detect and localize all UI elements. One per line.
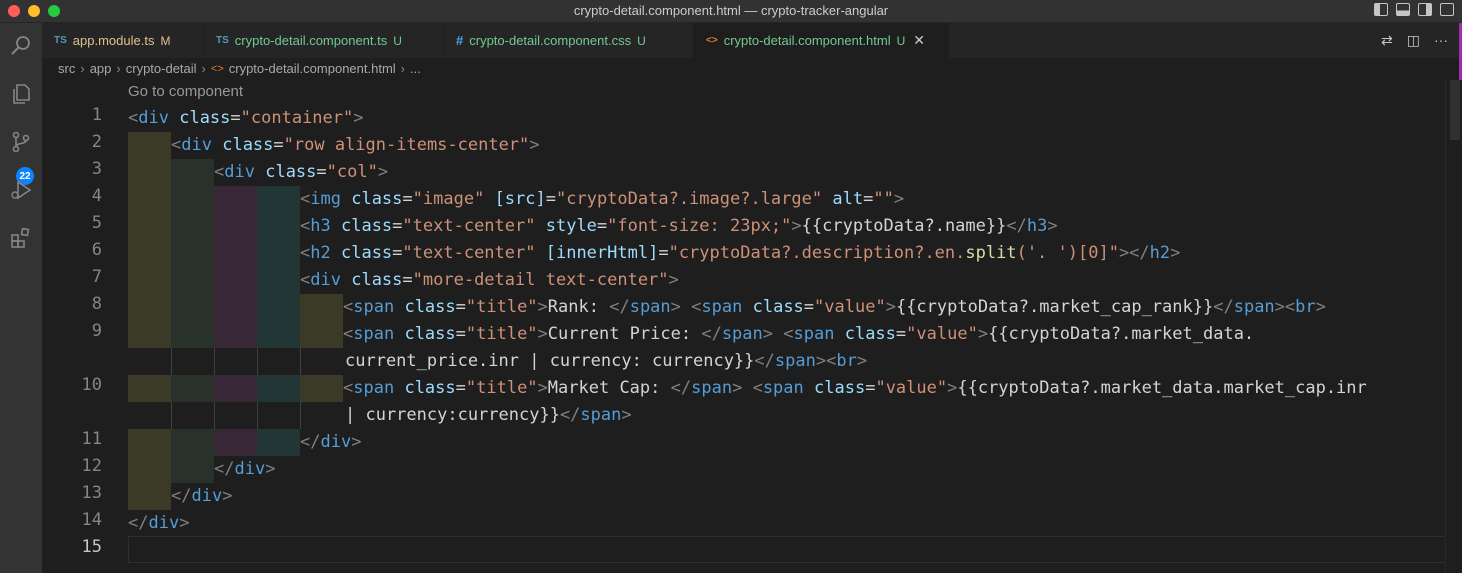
extensions-icon[interactable] bbox=[6, 223, 36, 253]
line-number: 3 bbox=[91, 159, 102, 179]
line-number: 12 bbox=[81, 456, 102, 476]
tab-status: U bbox=[896, 33, 906, 48]
tab-label: crypto-detail.component.ts bbox=[234, 33, 388, 48]
title-bar: crypto-detail.component.html — crypto-tr… bbox=[0, 0, 1462, 23]
line-number: 5 bbox=[91, 213, 102, 233]
wrap-gap bbox=[128, 348, 345, 375]
split-editor-icon[interactable]: ◫ bbox=[1407, 32, 1420, 49]
chevron-right-icon: › bbox=[80, 61, 85, 76]
indent-guide-line bbox=[171, 402, 172, 429]
breadcrumb-item[interactable]: crypto-detail bbox=[126, 61, 197, 76]
tab-status: U bbox=[393, 33, 402, 48]
code-line: <h3 class="text-center" style="font-size… bbox=[300, 216, 1058, 236]
indent-guide bbox=[128, 132, 171, 510]
code-line: <div class="col"> bbox=[214, 162, 389, 182]
line-number: 14 bbox=[81, 510, 102, 530]
tab-label: crypto-detail.component.html bbox=[723, 33, 891, 48]
chevron-right-icon: › bbox=[201, 61, 206, 76]
code-line: <div class="container"> bbox=[128, 108, 364, 128]
indent-guide bbox=[171, 159, 214, 483]
source-control-icon[interactable] bbox=[6, 127, 36, 157]
indent-guide-line bbox=[171, 348, 172, 375]
activity-bar: 22 bbox=[0, 23, 42, 573]
line-number: 15 bbox=[81, 537, 102, 557]
chevron-right-icon: › bbox=[400, 61, 406, 76]
run-debug-icon[interactable] bbox=[6, 175, 36, 205]
tab-crypto-detail-component-css[interactable]: # crypto-detail.component.css U bbox=[444, 23, 694, 58]
wrap-gap bbox=[128, 402, 345, 429]
code-line: <div class="row align-items-center"> bbox=[171, 135, 540, 155]
editor-tab-bar: TS app.module.ts M TS crypto-detail.comp… bbox=[42, 23, 1462, 58]
code-line: </div> bbox=[214, 459, 276, 479]
typescript-file-icon: TS bbox=[216, 35, 229, 46]
scrollbar-thumb[interactable] bbox=[1450, 80, 1460, 140]
line-number: 1 bbox=[91, 105, 102, 125]
code-line-wrapped: | currency:currency}}</span> bbox=[345, 405, 632, 425]
tab-status: M bbox=[160, 33, 171, 48]
breadcrumb-item[interactable]: ... bbox=[410, 61, 421, 76]
indent-guide-line bbox=[257, 402, 258, 429]
customize-layout-icon[interactable] bbox=[1440, 3, 1454, 16]
line-number: 6 bbox=[91, 240, 102, 260]
tab-label: app.module.ts bbox=[72, 33, 155, 48]
html-file-icon: <> bbox=[210, 62, 224, 75]
code-line: <h2 class="text-center" [innerHtml]="cry… bbox=[300, 243, 1181, 263]
line-number: 7 bbox=[91, 267, 102, 287]
open-changes-icon[interactable]: ⇄ bbox=[1381, 32, 1393, 49]
breadcrumb-item[interactable]: src bbox=[58, 61, 75, 76]
indent-guide-line bbox=[214, 402, 215, 429]
code-line: </div> bbox=[128, 513, 190, 533]
line-number: 13 bbox=[81, 483, 102, 503]
code-line: <span class="title">Rank: </span> <span … bbox=[343, 297, 1326, 317]
window-title: crypto-detail.component.html — crypto-tr… bbox=[573, 3, 889, 18]
code-line-wrapped: current_price.inr | currency: currency}}… bbox=[345, 351, 868, 371]
vertical-scrollbar[interactable] bbox=[1445, 80, 1462, 573]
line-number: 8 bbox=[91, 294, 102, 314]
line-number: 2 bbox=[91, 132, 102, 152]
layout-controls bbox=[1374, 3, 1454, 16]
code-line: <div class="more-detail text-center"> bbox=[300, 270, 679, 290]
chevron-right-icon: › bbox=[116, 61, 121, 76]
indent-guide-line bbox=[257, 348, 258, 375]
toggle-primary-sidebar-icon[interactable] bbox=[1374, 3, 1388, 16]
search-icon[interactable] bbox=[6, 31, 36, 61]
line-number: 4 bbox=[91, 186, 102, 206]
tab-app-module-ts[interactable]: TS app.module.ts M bbox=[42, 23, 204, 58]
toggle-panel-icon[interactable] bbox=[1396, 3, 1410, 16]
tab-label: crypto-detail.component.css bbox=[469, 33, 632, 48]
breadcrumb: src › app › crypto-detail › <> crypto-de… bbox=[58, 61, 421, 76]
breadcrumb-item[interactable]: crypto-detail.component.html bbox=[229, 61, 396, 76]
tab-crypto-detail-component-ts[interactable]: TS crypto-detail.component.ts U bbox=[204, 23, 444, 58]
html-file-icon: <> bbox=[706, 35, 718, 46]
tab-status: U bbox=[637, 33, 646, 48]
indent-guide-line bbox=[214, 348, 215, 375]
code-line: </div> bbox=[171, 486, 233, 506]
code-line: <img class="image" [src]="cryptoData?.im… bbox=[300, 189, 905, 209]
editor-actions: ⇄ ◫ ··· bbox=[1381, 32, 1448, 49]
tab-crypto-detail-component-html[interactable]: <> crypto-detail.component.html U ✕ bbox=[694, 23, 949, 58]
css-file-icon: # bbox=[456, 33, 464, 48]
line-number: 9 bbox=[91, 321, 102, 341]
line-number: 10 bbox=[81, 375, 102, 395]
code-line: </div> bbox=[300, 432, 362, 452]
more-actions-icon[interactable]: ··· bbox=[1434, 32, 1448, 49]
indent-guide-line bbox=[300, 348, 301, 375]
code-line: <span class="title">Current Price: </spa… bbox=[343, 324, 1255, 344]
code-line: <span class="title">Market Cap: </span> … bbox=[343, 378, 1367, 398]
code-editor[interactable]: <div class="container"> <div class="row … bbox=[128, 80, 1446, 573]
typescript-file-icon: TS bbox=[54, 35, 67, 46]
close-icon[interactable]: ✕ bbox=[913, 32, 925, 49]
indent-guide-line bbox=[300, 402, 301, 429]
breadcrumb-item[interactable]: app bbox=[90, 61, 112, 76]
files-icon[interactable] bbox=[6, 79, 36, 109]
toggle-secondary-sidebar-icon[interactable] bbox=[1418, 3, 1432, 16]
line-number: 11 bbox=[81, 429, 102, 449]
